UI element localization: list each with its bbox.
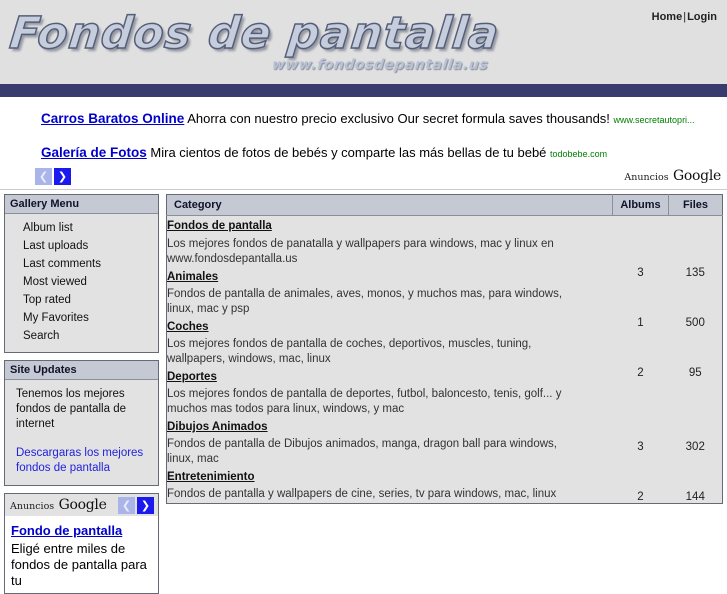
sidebar-ad-header: Anuncios Google ❮ ❯ [5,494,158,516]
category-description: Fondos de pantalla y wallpapers de cine,… [167,488,557,500]
category-link-dibujos-animados[interactable]: Dibujos Animados [167,421,268,433]
ad-pagination: ❮ ❯ [35,168,71,185]
category-files-count: 144 [685,491,705,503]
table-row: Entretenimiento Fondos de pantalla y wal… [167,467,723,504]
sidebar: Gallery Menu Album list Last uploads Las… [0,190,162,594]
table-header-row: Category Albums Files [166,194,723,216]
gallery-menu-title: Gallery Menu [5,195,158,214]
sidebar-item-album-list[interactable]: Album list [9,219,154,237]
category-albums-count: 3 [637,441,644,453]
sidebar-item-last-uploads[interactable]: Last uploads [9,237,154,255]
table-row: Deportes Los mejores fondos de pantalla … [167,367,723,417]
category-link-entretenimiento[interactable]: Entretenimiento [167,471,255,483]
root-category-cell: Fondos de pantalla Los mejores fondos de… [167,216,613,268]
chevron-right-icon[interactable]: ❯ [137,496,154,514]
category-description: Fondos de pantalla de Dibujos animados, … [167,438,557,465]
sidebar-ad-branding: Anuncios Google [10,496,107,514]
site-header: Fondos de pantalla www.fondosdepantalla.… [0,0,727,84]
sidebar-ad-pagination: ❮ ❯ [118,496,154,514]
ad-title-link[interactable]: Galería de Fotos [41,145,147,160]
sidebar-ad-panel: Anuncios Google ❮ ❯ Fondo de pantalla El… [4,493,159,594]
ads-branding-prefix: Anuncios [624,172,669,183]
sidebar-item-top-rated[interactable]: Top rated [9,291,154,309]
ad-title-link[interactable]: Carros Baratos Online [41,111,184,126]
root-files-count [669,216,723,268]
page-body: Gallery Menu Album list Last uploads Las… [0,190,727,594]
sidebar-item-most-viewed[interactable]: Most viewed [9,273,154,291]
google-logo-text: Google [58,497,107,513]
site-updates-text: Tenemos los mejores fondos de pantalla d… [16,388,126,430]
category-link-animales[interactable]: Animales [167,271,218,283]
table-row: Animales Fondos de pantalla de animales,… [167,267,723,317]
gallery-menu-panel: Gallery Menu Album list Last uploads Las… [4,194,159,353]
google-logo-text: Google [673,168,721,184]
table-row: Coches Los mejores fondos de pantalla de… [167,317,723,367]
sidebar-item-search[interactable]: Search [9,327,154,345]
sidebar-item-last-comments[interactable]: Last comments [9,255,154,273]
navigation-bar [0,84,727,97]
ad-item: Galería de Fotos Mira cientos de fotos d… [41,145,607,162]
ad-item: Carros Baratos Online Ahorra con nuestro… [41,111,695,128]
chevron-right-icon[interactable]: ❯ [54,168,71,185]
sidebar-ad-title-link[interactable]: Fondo de pantalla [11,523,152,539]
ad-url: todobebe.com [550,149,608,159]
ad-url: www.secretautopri... [613,115,695,125]
google-ads-branding: Anuncios Google [624,167,721,185]
site-updates-body: Tenemos los mejores fondos de pantalla d… [5,380,158,485]
table-row-root-category: Fondos de pantalla Los mejores fondos de… [167,216,723,268]
sidebar-ad-body: Fondo de pantalla Eligé entre miles de f… [5,516,158,593]
chevron-left-icon[interactable]: ❮ [35,168,52,185]
chevron-left-icon[interactable]: ❮ [118,496,135,514]
category-cell: Deportes Los mejores fondos de pantalla … [167,367,613,417]
site-updates-title: Site Updates [5,361,158,380]
column-header-files[interactable]: Files [668,194,723,216]
root-category-link[interactable]: Fondos de pantalla [167,220,272,232]
login-link[interactable]: Login [687,11,717,23]
site-updates-panel: Site Updates Tenemos los mejores fondos … [4,360,159,486]
ads-branding-prefix: Anuncios [10,501,55,512]
gallery-menu-items: Album list Last uploads Last comments Mo… [5,214,158,352]
category-albums-count: 2 [637,491,644,503]
root-category-description: Los mejores fondos de panatalla y wallpa… [167,238,554,265]
category-files-count: 500 [685,317,705,329]
category-albums-count: 2 [637,367,644,379]
column-header-category[interactable]: Category [166,194,613,216]
category-table: Category Albums Files Fondos de pantalla… [166,194,723,504]
category-link-deportes[interactable]: Deportes [167,371,217,383]
category-cell: Dibujos Animados Fondos de pantalla de D… [167,417,613,467]
sidebar-ad-description: Eligé entre miles de fondos de pantalla … [11,541,147,588]
column-header-albums[interactable]: Albums [612,194,669,216]
site-logo[interactable]: Fondos de pantalla www.fondosdepantalla.… [4,2,503,82]
site-updates-link[interactable]: Descargaras los mejores fondos de pantal… [9,434,154,478]
table-row: Dibujos Animados Fondos de pantalla de D… [167,417,723,467]
main-content: Category Albums Files Fondos de pantalla… [162,190,727,504]
category-description: Fondos de pantalla de animales, aves, mo… [167,288,563,315]
top-navigation: Home|Login [652,11,717,23]
root-albums-count [613,216,669,268]
category-albums-count: 3 [637,267,644,279]
top-ads-banner: Carros Baratos Online Ahorra con nuestro… [0,97,727,190]
ad-description: Mira cientos de fotos de bebés y compart… [150,145,547,160]
category-files-count: 302 [685,441,705,453]
home-link[interactable]: Home [652,11,683,23]
category-link-coches[interactable]: Coches [167,321,209,333]
ad-description: Ahorra con nuestro precio exclusivo Our … [187,111,610,126]
logo-title: Fondos de pantalla [7,7,503,60]
category-files-count: 135 [685,267,705,279]
category-description: Los mejores fondos de pantalla de deport… [167,388,562,415]
category-description: Los mejores fondos de pantalla de coches… [167,338,532,365]
category-files-count: 95 [688,367,702,379]
category-cell: Entretenimiento Fondos de pantalla y wal… [167,467,613,504]
category-albums-count: 1 [637,317,644,329]
logo-url: www.fondosdepantalla.us [271,57,489,73]
sidebar-item-my-favorites[interactable]: My Favorites [9,309,154,327]
category-cell: Coches Los mejores fondos de pantalla de… [167,317,613,367]
category-cell: Animales Fondos de pantalla de animales,… [167,267,613,317]
